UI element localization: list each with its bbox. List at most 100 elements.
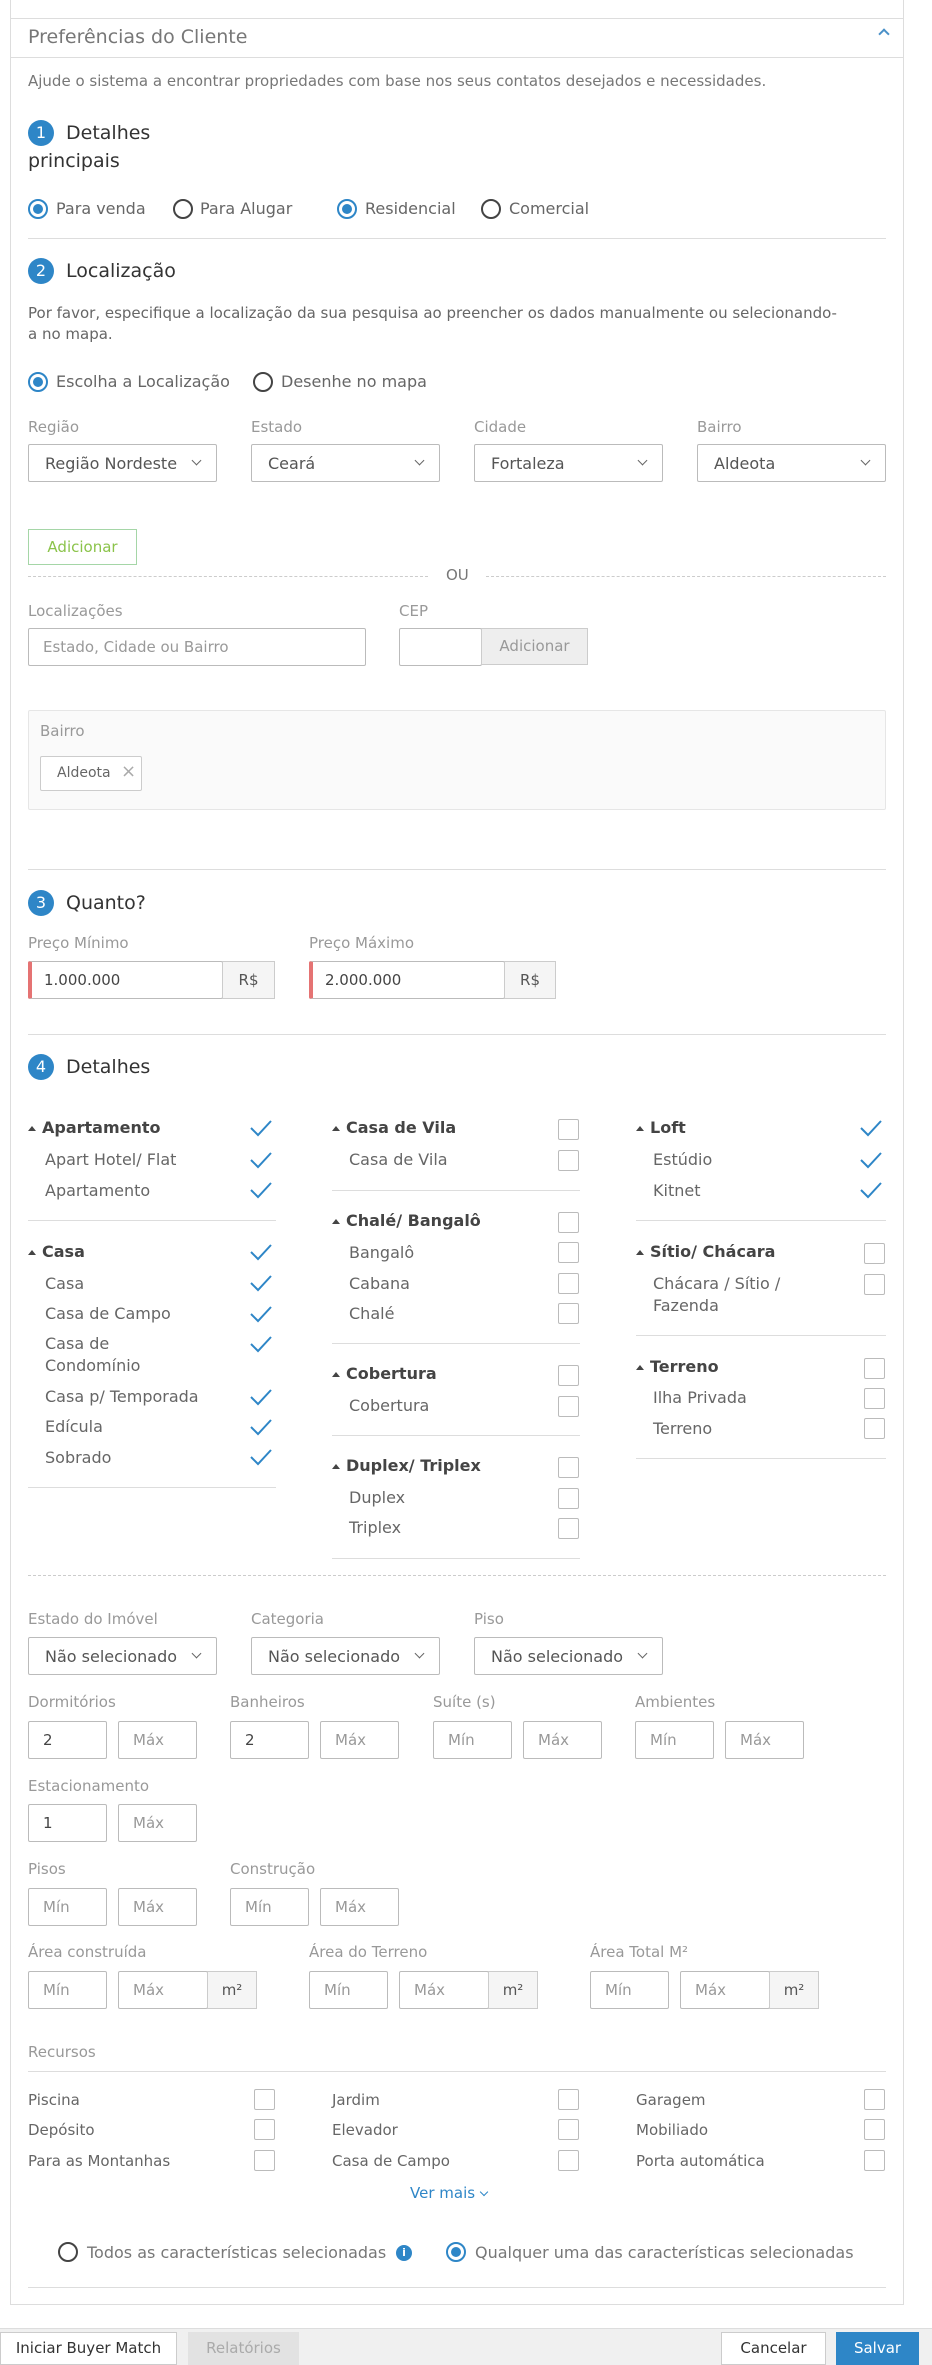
- piso-select[interactable]: Não selecionado: [474, 1637, 663, 1675]
- preco-min-input[interactable]: 1.000.000: [28, 961, 223, 999]
- checkbox[interactable]: [864, 1388, 885, 1409]
- estacionamento-min[interactable]: 1: [28, 1804, 107, 1842]
- checkbox[interactable]: [558, 1396, 579, 1417]
- check-icon[interactable]: [249, 1148, 273, 1172]
- radio-para-venda[interactable]: [28, 199, 48, 219]
- group-loft[interactable]: Loft: [636, 1118, 686, 1137]
- check-icon[interactable]: [249, 1445, 273, 1469]
- ambientes-min[interactable]: Mín: [635, 1721, 714, 1759]
- checkbox[interactable]: [254, 2150, 275, 2171]
- radio-comercial[interactable]: [481, 199, 501, 219]
- locations-input[interactable]: Estado, Cidade ou Bairro: [28, 628, 366, 666]
- group-casa[interactable]: Casa: [28, 1242, 85, 1261]
- radio-residencial[interactable]: [337, 199, 357, 219]
- checkbox[interactable]: [558, 1365, 579, 1386]
- group-chale-bangalo[interactable]: Chalé/ Bangalô: [332, 1211, 481, 1230]
- categoria-select[interactable]: Não selecionado: [251, 1637, 440, 1675]
- check-icon[interactable]: [249, 1332, 273, 1356]
- add-location-button[interactable]: Adicionar: [28, 529, 137, 565]
- checkbox[interactable]: [558, 2089, 579, 2110]
- check-icon[interactable]: [859, 1116, 883, 1140]
- area-total-min[interactable]: Mín: [590, 1971, 669, 2009]
- checkbox[interactable]: [558, 1119, 579, 1140]
- check-icon[interactable]: [859, 1148, 883, 1172]
- check-icon[interactable]: [249, 1302, 273, 1326]
- estado-imovel-select[interactable]: Não selecionado: [28, 1637, 217, 1675]
- dormitorios-max[interactable]: Máx: [118, 1721, 197, 1759]
- checkbox[interactable]: [864, 2089, 885, 2110]
- radio-desenhe-mapa[interactable]: [253, 372, 273, 392]
- bairro-select[interactable]: Aldeota: [697, 444, 886, 482]
- group-duplex-triplex[interactable]: Duplex/ Triplex: [332, 1456, 481, 1475]
- chevron-down-icon: [637, 455, 648, 466]
- ambientes-max[interactable]: Máx: [725, 1721, 804, 1759]
- area-terreno-min[interactable]: Mín: [309, 1971, 388, 2009]
- check-icon[interactable]: [249, 1178, 273, 1202]
- suites-max[interactable]: Máx: [523, 1721, 602, 1759]
- checkbox[interactable]: [558, 1273, 579, 1294]
- construcao-max[interactable]: Máx: [320, 1888, 399, 1926]
- radio-para-alugar[interactable]: [173, 199, 193, 219]
- cancel-button[interactable]: Cancelar: [721, 2332, 826, 2365]
- checkbox[interactable]: [558, 1150, 579, 1171]
- cidade-select[interactable]: Fortaleza: [474, 444, 663, 482]
- checkbox[interactable]: [558, 1212, 579, 1233]
- group-sitio-chacara[interactable]: Sítio/ Chácara: [636, 1242, 775, 1261]
- radio-todos[interactable]: [58, 2242, 78, 2262]
- cep-input[interactable]: [399, 628, 482, 666]
- group-apartamento[interactable]: Apartamento: [28, 1118, 161, 1137]
- info-icon[interactable]: i: [396, 2245, 412, 2261]
- pisos-max[interactable]: Máx: [118, 1888, 197, 1926]
- relatorios-button[interactable]: Relatórios: [188, 2332, 299, 2365]
- cep-add-button[interactable]: Adicionar: [481, 628, 588, 665]
- estacionamento-max[interactable]: Máx: [118, 1804, 197, 1842]
- type-item: Terreno: [653, 1419, 713, 1438]
- checkbox[interactable]: [864, 1274, 885, 1295]
- check-icon[interactable]: [859, 1178, 883, 1202]
- checkbox[interactable]: [864, 1418, 885, 1439]
- checkbox[interactable]: [864, 1358, 885, 1379]
- type-item: Casa: [45, 1274, 85, 1293]
- checkbox[interactable]: [558, 1242, 579, 1263]
- group-terreno[interactable]: Terreno: [636, 1357, 719, 1376]
- checkbox[interactable]: [558, 2119, 579, 2140]
- checkbox[interactable]: [558, 1488, 579, 1509]
- area-construida-min[interactable]: Mín: [28, 1971, 107, 2009]
- save-button[interactable]: Salvar: [836, 2332, 919, 2365]
- ambientes-label: Ambientes: [635, 1693, 716, 1711]
- area-total-label: Área Total M²: [590, 1943, 689, 1961]
- check-icon[interactable]: [249, 1271, 273, 1295]
- checkbox[interactable]: [558, 1457, 579, 1478]
- group-casa-de-vila[interactable]: Casa de Vila: [332, 1118, 456, 1137]
- check-icon[interactable]: [249, 1116, 273, 1140]
- checkbox[interactable]: [558, 2150, 579, 2171]
- group-cobertura[interactable]: Cobertura: [332, 1364, 437, 1383]
- radio-escolha-localizacao[interactable]: [28, 372, 48, 392]
- checkbox[interactable]: [254, 2089, 275, 2110]
- remove-icon[interactable]: ×: [121, 761, 136, 782]
- area-terreno-max[interactable]: Máx: [399, 1971, 489, 2009]
- preco-max-input[interactable]: 2.000.000: [309, 961, 505, 999]
- ver-mais-link[interactable]: Ver mais: [410, 2184, 489, 2202]
- buyer-match-button[interactable]: Iniciar Buyer Match: [0, 2332, 177, 2365]
- check-icon[interactable]: [249, 1240, 273, 1264]
- checkbox[interactable]: [254, 2119, 275, 2140]
- checkbox[interactable]: [864, 2150, 885, 2171]
- suites-min[interactable]: Mín: [433, 1721, 512, 1759]
- checkbox[interactable]: [864, 2119, 885, 2140]
- checkbox[interactable]: [558, 1303, 579, 1324]
- radio-qualquer[interactable]: [446, 2242, 466, 2262]
- checkbox[interactable]: [864, 1243, 885, 1264]
- banheiros-min[interactable]: 2: [230, 1721, 309, 1759]
- banheiros-max[interactable]: Máx: [320, 1721, 399, 1759]
- regiao-select[interactable]: Região Nordeste: [28, 444, 217, 482]
- pisos-min[interactable]: Mín: [28, 1888, 107, 1926]
- estado-select[interactable]: Ceará: [251, 444, 440, 482]
- area-total-max[interactable]: Máx: [680, 1971, 770, 2009]
- checkbox[interactable]: [558, 1518, 579, 1539]
- check-icon[interactable]: [249, 1385, 273, 1409]
- area-construida-max[interactable]: Máx: [118, 1971, 208, 2009]
- construcao-min[interactable]: Mín: [230, 1888, 309, 1926]
- check-icon[interactable]: [249, 1415, 273, 1439]
- dormitorios-min[interactable]: 2: [28, 1721, 107, 1759]
